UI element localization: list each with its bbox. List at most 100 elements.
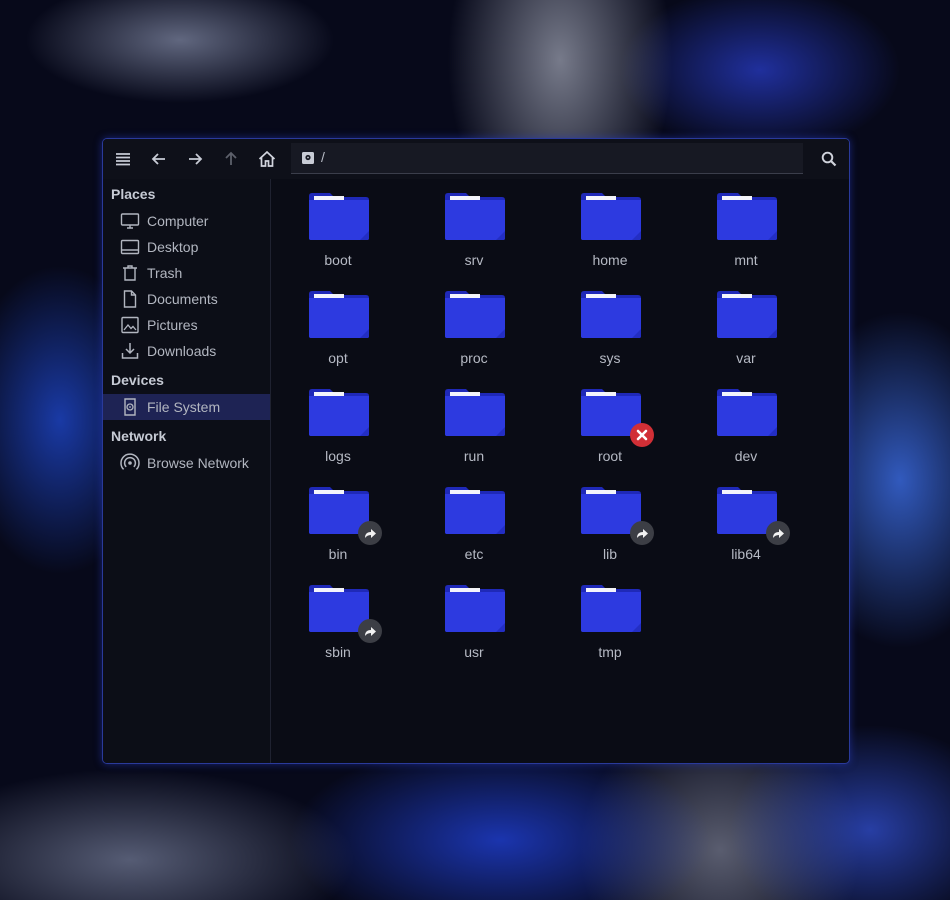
folder-item[interactable]: mnt xyxy=(691,179,801,269)
folder-icon xyxy=(309,291,369,338)
folder-icon xyxy=(717,193,777,240)
folder-name: usr xyxy=(464,644,484,660)
folder-icon xyxy=(445,193,505,240)
sidebar-item-pictures[interactable]: Pictures xyxy=(103,312,270,338)
folder-item[interactable]: srv xyxy=(419,179,529,269)
sidebar-item-computer[interactable]: Computer xyxy=(103,208,270,234)
folder-item[interactable]: opt xyxy=(283,277,393,367)
arrow-left-icon xyxy=(151,153,165,165)
sidebar-item-label: File System xyxy=(147,399,221,415)
folder-icon xyxy=(445,585,505,632)
sidebar-item-label: Downloads xyxy=(147,343,217,359)
symlink-emblem xyxy=(630,521,654,545)
folder-item[interactable]: sys xyxy=(555,277,665,367)
folder-item[interactable]: dev xyxy=(691,375,801,465)
up-button[interactable] xyxy=(219,147,243,171)
folder-item[interactable]: home xyxy=(555,179,665,269)
folder-item[interactable]: tmp xyxy=(555,571,665,661)
sidebar-item-label: Computer xyxy=(147,213,209,229)
folder-item[interactable]: var xyxy=(691,277,801,367)
home-button[interactable] xyxy=(255,147,279,171)
symlink-emblem xyxy=(358,521,382,545)
folder-item[interactable]: proc xyxy=(419,277,529,367)
network-icon xyxy=(120,453,140,470)
folder-icon xyxy=(581,193,641,240)
location-bar[interactable]: / xyxy=(291,143,803,174)
no-access-emblem xyxy=(630,423,654,447)
unreadable-x-icon xyxy=(636,429,648,441)
folder-item[interactable]: etc xyxy=(419,473,529,563)
computer-icon xyxy=(120,213,140,229)
arrow-right-icon xyxy=(189,153,203,165)
folder-name: var xyxy=(736,350,756,366)
sidebar-item-downloads[interactable]: Downloads xyxy=(103,338,270,364)
home-icon xyxy=(258,150,276,167)
sidebar-item-browse-network[interactable]: Browse Network xyxy=(103,450,270,476)
drive-icon xyxy=(302,152,314,164)
folder-item[interactable]: lib64 xyxy=(691,473,801,563)
folder-item[interactable]: logs xyxy=(283,375,393,465)
sidebar-item-label: Trash xyxy=(147,265,183,281)
folder-name: boot xyxy=(324,252,352,268)
folder-item[interactable]: boot xyxy=(283,179,393,269)
search-button[interactable] xyxy=(817,147,841,171)
back-button[interactable] xyxy=(147,147,171,171)
symlink-arrow-icon xyxy=(365,627,376,636)
symlink-arrow-icon xyxy=(637,529,648,538)
folder-icon xyxy=(581,585,641,632)
menu-button[interactable] xyxy=(111,147,135,171)
pictures-icon xyxy=(121,316,139,334)
desktop-icon xyxy=(120,239,140,255)
forward-button[interactable] xyxy=(183,147,207,171)
symlink-arrow-icon xyxy=(773,529,784,538)
sidebar: Places Computer Desktop Trash Documents … xyxy=(103,179,271,763)
sidebar-item-label: Documents xyxy=(147,291,218,307)
sidebar-item-label: Browse Network xyxy=(147,455,249,471)
folder-item[interactable]: sbin xyxy=(283,571,393,661)
downloads-icon xyxy=(121,343,139,359)
symlink-emblem xyxy=(766,521,790,545)
sidebar-item-trash[interactable]: Trash xyxy=(103,260,270,286)
folder-name: sbin xyxy=(325,644,351,660)
folder-icon xyxy=(309,389,369,436)
symlink-emblem xyxy=(358,619,382,643)
file-view: boot srv home mnt opt proc sys var logs run root de… xyxy=(271,179,849,763)
folder-icon xyxy=(309,193,369,240)
section-network-title: Network xyxy=(111,428,167,444)
folder-name: mnt xyxy=(734,252,758,268)
folder-name: lib xyxy=(602,546,617,562)
folder-name: srv xyxy=(464,252,484,268)
folder-item[interactable]: run xyxy=(419,375,529,465)
folder-icon xyxy=(581,291,641,338)
folder-name: logs xyxy=(325,448,351,464)
search-icon xyxy=(821,151,837,167)
sidebar-item-label: Desktop xyxy=(147,239,199,255)
folder-icon xyxy=(445,291,505,338)
folder-item[interactable]: usr xyxy=(419,571,529,661)
folder-name: root xyxy=(597,448,623,464)
documents-icon xyxy=(123,290,137,308)
folder-item[interactable]: lib xyxy=(555,473,665,563)
section-places-title: Places xyxy=(111,186,156,202)
sidebar-item-label: Pictures xyxy=(147,317,198,333)
file-manager-window: / Places Computer Desktop Trash Document… xyxy=(102,138,850,764)
folder-name: proc xyxy=(460,350,488,366)
hamburger-menu-icon xyxy=(116,153,130,166)
folder-name: lib64 xyxy=(731,546,761,562)
folder-icon xyxy=(445,487,505,534)
folder-item[interactable]: bin xyxy=(283,473,393,563)
sidebar-item-file-system[interactable]: File System xyxy=(103,394,270,420)
folder-name: dev xyxy=(734,448,758,464)
folder-name: run xyxy=(463,448,485,464)
sidebar-item-documents[interactable]: Documents xyxy=(103,286,270,312)
arrow-up-icon xyxy=(225,151,237,165)
folder-icon xyxy=(445,389,505,436)
folder-icon xyxy=(717,291,777,338)
folder-name: home xyxy=(592,252,628,268)
section-devices-title: Devices xyxy=(111,372,164,388)
symlink-arrow-icon xyxy=(365,529,376,538)
folder-item[interactable]: root xyxy=(555,375,665,465)
folder-name: tmp xyxy=(598,644,622,660)
sidebar-item-desktop[interactable]: Desktop xyxy=(103,234,270,260)
folder-icon xyxy=(717,389,777,436)
